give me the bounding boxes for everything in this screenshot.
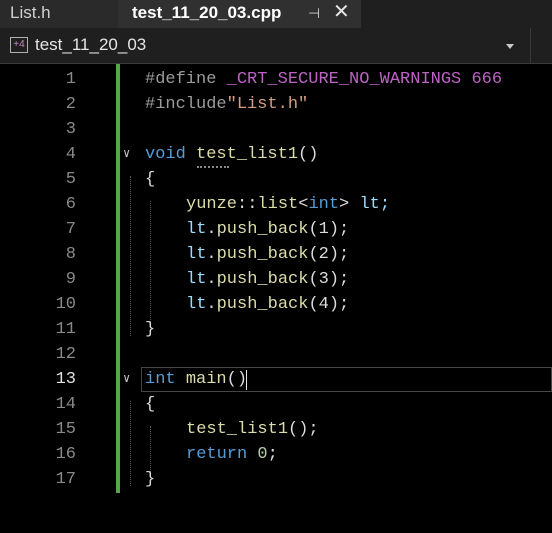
line-number: 13 — [55, 370, 76, 389]
collapse-icon[interactable]: ∨ — [123, 367, 133, 392]
code-line: } — [145, 467, 155, 492]
navigation-bar: +4 test_11_20_03 — [0, 28, 552, 64]
arguments: (2); — [308, 245, 350, 264]
code-line: #define _CRT_SECURE_NO_WARNINGS 666 — [145, 67, 502, 92]
project-icon: +4 — [10, 37, 28, 53]
punctuation: () — [226, 370, 248, 389]
keyword: int — [145, 370, 176, 389]
code-line: void test_list1() — [145, 142, 318, 167]
tab-label: List.h — [10, 3, 51, 22]
function-call: push_back — [216, 220, 309, 239]
line-number: 12 — [55, 345, 76, 364]
collapse-icon[interactable]: ∨ — [123, 142, 133, 167]
line-number: 8 — [65, 245, 76, 264]
variable: lt — [186, 220, 207, 239]
line-number: 5 — [65, 170, 76, 189]
type-name: list — [257, 195, 299, 214]
namespace: yunze — [186, 195, 238, 214]
macro-name: _CRT_SECURE_NO_WARNINGS — [226, 70, 462, 89]
brace: { — [145, 170, 156, 189]
tab-test-cpp[interactable]: test_11_20_03.cpp ⊣ ✕ — [118, 0, 361, 28]
number-literal: 0 — [257, 445, 268, 464]
code-line: { — [145, 392, 155, 417]
code-line: #include"List.h" — [145, 92, 308, 117]
arguments: (4); — [308, 295, 350, 314]
function-call: push_back — [216, 245, 309, 264]
punctuation: > — [339, 195, 350, 214]
arguments: (1); — [308, 220, 350, 239]
punctuation: ; — [267, 445, 278, 464]
line-number: 3 — [65, 120, 76, 139]
directive: #define — [145, 70, 217, 89]
scope-dropdown-label[interactable]: test_11_20_03 — [35, 35, 146, 55]
function-name: test_list1 — [196, 145, 299, 164]
close-icon[interactable]: ✕ — [333, 0, 350, 25]
code-line: lt.push_back(3); — [186, 267, 349, 292]
variable: lt — [186, 245, 207, 264]
punctuation: . — [206, 270, 217, 289]
brace: } — [145, 470, 156, 489]
variable: lt — [186, 270, 207, 289]
divider — [530, 28, 531, 64]
line-number: 2 — [65, 95, 76, 114]
code-line: lt.push_back(1); — [186, 217, 349, 242]
line-number: 1 — [65, 70, 76, 89]
tab-label: test_11_20_03.cpp — [132, 3, 282, 22]
line-number: 6 — [65, 195, 76, 214]
punctuation: :: — [237, 195, 258, 214]
code-line: test_list1(); — [186, 417, 319, 442]
punctuation: . — [206, 245, 217, 264]
function-call: push_back — [216, 295, 309, 314]
pin-icon[interactable]: ⊣ — [308, 0, 320, 26]
punctuation: . — [206, 295, 217, 314]
directive: #include — [145, 95, 227, 114]
include-file: "List.h" — [226, 95, 309, 114]
text-cursor — [246, 370, 247, 390]
keyword: return — [186, 445, 248, 464]
code-line: lt.push_back(4); — [186, 292, 349, 317]
keyword: void — [145, 145, 186, 164]
code-line: lt.push_back(2); — [186, 242, 349, 267]
punctuation: (); — [288, 420, 319, 439]
line-number: 10 — [55, 295, 76, 314]
line-number: 15 — [55, 420, 76, 439]
code-line: int main() — [145, 367, 247, 392]
brace: { — [145, 395, 156, 414]
punctuation: < — [298, 195, 309, 214]
line-number: 7 — [65, 220, 76, 239]
tab-list-h[interactable]: List.h — [0, 0, 118, 28]
line-number: 4 — [65, 145, 76, 164]
line-number: 14 — [55, 395, 76, 414]
code-line: yunze::list<int> lt; — [186, 192, 390, 217]
line-number: 9 — [65, 270, 76, 289]
variable: lt; — [349, 195, 391, 214]
chevron-down-icon[interactable] — [506, 44, 514, 49]
line-number: 16 — [55, 445, 76, 464]
punctuation: . — [206, 220, 217, 239]
code-editor[interactable]: 1 2 3 4 5 6 7 8 9 10 11 12 13 14 15 16 1… — [0, 64, 552, 533]
line-number: 17 — [55, 470, 76, 489]
tab-bar: List.h test_11_20_03.cpp ⊣ ✕ — [0, 0, 552, 28]
hint-squiggle — [197, 164, 229, 168]
function-call: test_list1 — [186, 420, 289, 439]
code-line: { — [145, 167, 155, 192]
function-name: main — [185, 370, 227, 389]
code-line: return 0; — [186, 442, 278, 467]
variable: lt — [186, 295, 207, 314]
function-call: push_back — [216, 270, 309, 289]
keyword: int — [308, 195, 340, 214]
punctuation: () — [298, 145, 319, 164]
line-number: 11 — [55, 320, 76, 339]
code-line: } — [145, 317, 155, 342]
arguments: (3); — [308, 270, 350, 289]
brace: } — [145, 320, 156, 339]
macro-value: 666 — [471, 70, 503, 89]
